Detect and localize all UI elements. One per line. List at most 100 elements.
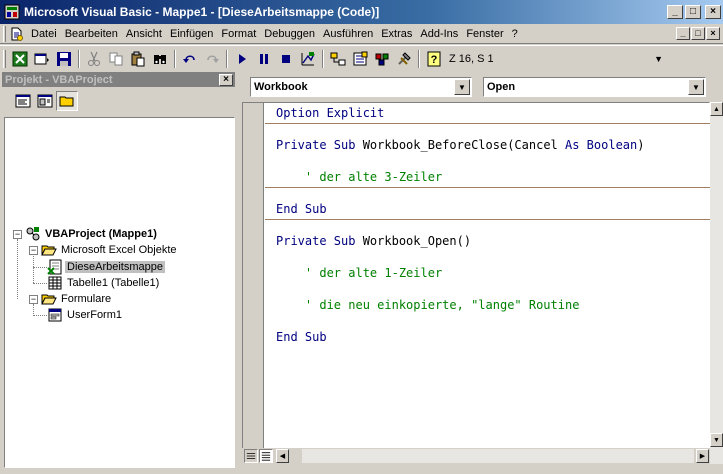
menu-extras[interactable]: Extras bbox=[377, 28, 416, 40]
undo-button[interactable] bbox=[179, 49, 201, 69]
folder-open-icon bbox=[41, 294, 57, 305]
horizontal-scrollbar[interactable] bbox=[302, 449, 694, 463]
save-button[interactable] bbox=[53, 49, 75, 69]
full-module-view-button[interactable] bbox=[259, 449, 273, 463]
chevron-down-icon[interactable]: ▼ bbox=[688, 79, 704, 95]
project-explorer-toolbar bbox=[2, 87, 235, 115]
keyword: Private Sub bbox=[276, 234, 363, 248]
insert-object-button[interactable] bbox=[31, 49, 53, 69]
undo-icon bbox=[183, 54, 195, 63]
menu-help[interactable]: ? bbox=[508, 28, 522, 40]
keyword: As Boolean bbox=[565, 138, 638, 152]
view-code-icon bbox=[15, 94, 31, 108]
run-button[interactable] bbox=[231, 49, 253, 69]
standard-toolbar: ? Z 16, S 1 ▼ bbox=[0, 45, 723, 71]
procedure-separator bbox=[265, 123, 711, 124]
mdi-close-button[interactable]: × bbox=[706, 27, 720, 40]
tree-item-excel-objects[interactable]: Microsoft Excel Objekte bbox=[41, 242, 179, 258]
find-button[interactable] bbox=[149, 49, 171, 69]
object-browser-button[interactable] bbox=[371, 49, 393, 69]
project-explorer-close-button[interactable]: × bbox=[219, 73, 233, 86]
tree-label: VBAProject (Mappe1) bbox=[45, 228, 157, 240]
properties-button[interactable] bbox=[349, 49, 371, 69]
menu-fenster[interactable]: Fenster bbox=[462, 28, 507, 40]
close-icon: × bbox=[710, 6, 716, 17]
project-explorer-title: Projekt - VBAProject bbox=[5, 73, 113, 86]
close-button[interactable]: × bbox=[705, 5, 721, 19]
tree-item-vbaproject[interactable]: VBAProject (Mappe1) bbox=[25, 226, 159, 242]
view-object-button[interactable] bbox=[34, 91, 56, 111]
toolbar-separator bbox=[78, 49, 80, 68]
scroll-down-button[interactable]: ▼ bbox=[710, 433, 723, 447]
menu-einfuegen[interactable]: Einfügen bbox=[166, 28, 217, 40]
maximize-button[interactable]: □ bbox=[685, 5, 701, 19]
toolbar-separator bbox=[322, 49, 324, 68]
pause-button[interactable] bbox=[253, 49, 275, 69]
collapse-toggle[interactable]: − bbox=[29, 295, 38, 304]
project-explorer-button[interactable] bbox=[327, 49, 349, 69]
view-object-icon bbox=[37, 94, 53, 108]
tree-label: UserForm1 bbox=[67, 309, 123, 321]
tree-line bbox=[33, 256, 34, 283]
menu-datei[interactable]: Datei bbox=[27, 28, 61, 40]
menu-format[interactable]: Format bbox=[217, 28, 260, 40]
minimize-button[interactable]: _ bbox=[667, 5, 683, 19]
mdi-restore-button[interactable]: □ bbox=[691, 27, 705, 40]
tree-item-formulare[interactable]: Formulare bbox=[41, 291, 113, 307]
tree-item-diesearbeitsmappe[interactable]: DieseArbeitsmappe bbox=[47, 259, 165, 275]
procedure-view-button[interactable] bbox=[244, 449, 258, 463]
toggle-folders-button[interactable] bbox=[56, 91, 78, 111]
menu-grip[interactable] bbox=[3, 25, 6, 42]
cursor-position: Z 16, S 1 bbox=[449, 52, 494, 65]
mdi-minimize-button[interactable]: _ bbox=[676, 27, 690, 40]
menu-ausfuehren[interactable]: Ausführen bbox=[319, 28, 377, 40]
project-explorer-titlebar[interactable]: Projekt - VBAProject × bbox=[2, 72, 235, 87]
copy-button[interactable] bbox=[105, 49, 127, 69]
code-line: End Sub bbox=[276, 330, 327, 344]
scroll-right-button[interactable]: ▶ bbox=[696, 449, 709, 463]
code-editor[interactable]: Option Explicit Private Sub Workbook_Bef… bbox=[242, 102, 711, 465]
toolbar-options-dropdown[interactable]: ▼ bbox=[654, 54, 663, 64]
tree-line bbox=[17, 239, 18, 299]
title-bar[interactable]: Microsoft Visual Basic - Mappe1 - [Diese… bbox=[0, 0, 723, 24]
code-line: Private Sub Workbook_Open() bbox=[276, 233, 471, 249]
stop-button[interactable] bbox=[275, 49, 297, 69]
object-browser-icon bbox=[375, 53, 389, 65]
scroll-left-button[interactable]: ◀ bbox=[276, 449, 289, 463]
document-system-icon[interactable] bbox=[9, 26, 25, 42]
scroll-up-button[interactable]: ▲ bbox=[710, 102, 723, 116]
insert-form-icon bbox=[34, 53, 49, 64]
view-code-button[interactable] bbox=[12, 91, 34, 111]
toolbox-button[interactable] bbox=[393, 49, 415, 69]
object-dropdown[interactable]: Workbook ▼ bbox=[250, 77, 472, 97]
menu-bearbeiten[interactable]: Bearbeiten bbox=[61, 28, 122, 40]
design-mode-button[interactable] bbox=[297, 49, 319, 69]
toolbar-separator bbox=[174, 49, 176, 68]
svg-text:?: ? bbox=[431, 54, 438, 66]
cut-button[interactable] bbox=[83, 49, 105, 69]
redo-button[interactable] bbox=[201, 49, 223, 69]
collapse-toggle[interactable]: − bbox=[13, 230, 22, 239]
tree-item-userform1[interactable]: UserForm1 bbox=[47, 307, 124, 323]
margin-indicator-bar[interactable] bbox=[243, 103, 264, 449]
folder-icon bbox=[59, 96, 74, 107]
code-line: Option Explicit bbox=[276, 106, 385, 120]
tree-label: Formulare bbox=[61, 293, 112, 305]
procedure-separator bbox=[265, 219, 711, 220]
project-tree[interactable]: − VBAProject (Mappe1) − Microsoft Excel … bbox=[4, 117, 235, 468]
view-excel-button[interactable] bbox=[9, 49, 31, 69]
menu-ansicht[interactable]: Ansicht bbox=[122, 28, 166, 40]
help-button[interactable]: ? bbox=[423, 49, 445, 69]
menu-debuggen[interactable]: Debuggen bbox=[260, 28, 319, 40]
procedure-dropdown[interactable]: Open ▼ bbox=[483, 77, 706, 97]
full-module-view-icon bbox=[261, 452, 271, 461]
tree-item-tabelle1[interactable]: Tabelle1 (Tabelle1) bbox=[47, 275, 161, 291]
chevron-down-icon[interactable]: ▼ bbox=[454, 79, 470, 95]
paste-button[interactable] bbox=[127, 49, 149, 69]
procedure-separator bbox=[265, 187, 711, 188]
collapse-toggle[interactable]: − bbox=[29, 246, 38, 255]
toolbar-grip[interactable] bbox=[3, 49, 6, 68]
vertical-scrollbar[interactable]: ▲ ▼ bbox=[710, 102, 723, 464]
menu-add-ins[interactable]: Add-Ins bbox=[416, 28, 462, 40]
mdi-controls: _ □ × bbox=[676, 27, 721, 40]
